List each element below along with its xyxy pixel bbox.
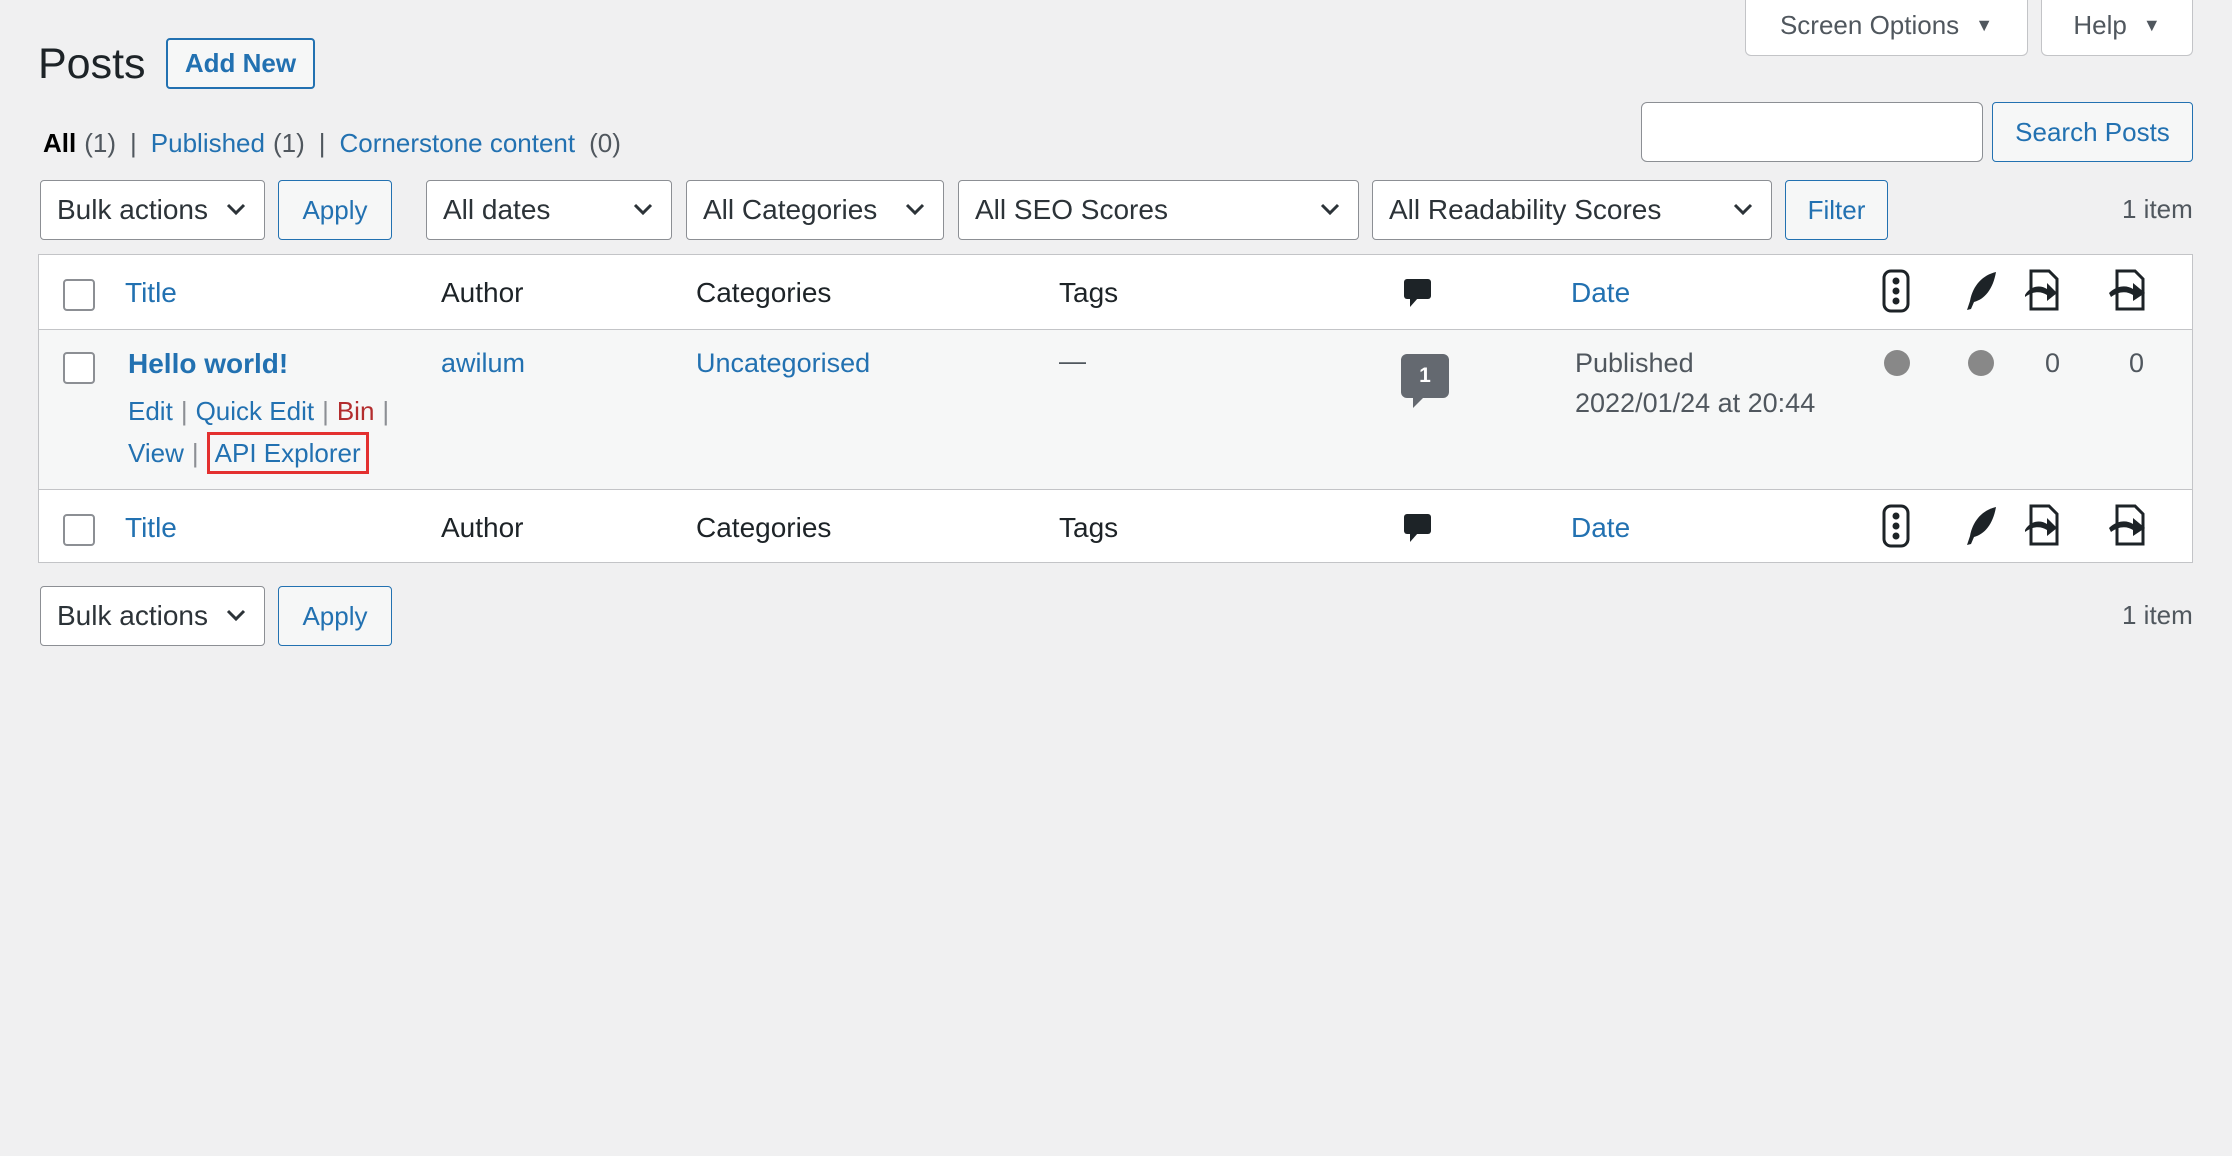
column-date[interactable]: Date xyxy=(1571,277,1630,309)
post-date-status: Published xyxy=(1575,348,1694,378)
readability-scores-select[interactable]: All Readability Scores xyxy=(1372,180,1772,240)
column-date-footer[interactable]: Date xyxy=(1571,512,1630,544)
comment-count-badge[interactable]: 1 xyxy=(1401,354,1449,408)
seo-scores-select[interactable]: All SEO Scores xyxy=(958,180,1359,240)
post-author-link[interactable]: awilum xyxy=(441,348,525,379)
column-title-footer[interactable]: Title xyxy=(125,512,177,544)
row-checkbox[interactable] xyxy=(63,352,95,384)
traffic-light-icon xyxy=(1882,269,1910,313)
select-all-checkbox[interactable] xyxy=(63,279,95,311)
api-explorer-link[interactable]: API Explorer xyxy=(206,432,369,474)
search-posts-button[interactable]: Search Posts xyxy=(1992,102,2193,162)
screen-options-label: Screen Options xyxy=(1779,10,1960,40)
readability-scores-value: All Readability Scores xyxy=(1389,194,1662,225)
add-new-button[interactable]: Add New xyxy=(166,38,315,89)
column-title[interactable]: Title xyxy=(125,277,177,309)
quick-edit-link[interactable]: Quick Edit xyxy=(196,396,315,426)
view-link[interactable]: View xyxy=(128,438,184,468)
search-input[interactable] xyxy=(1641,102,1983,162)
post-category-link[interactable]: Uncategorised xyxy=(696,348,870,379)
footer-divider xyxy=(39,489,2192,490)
help-label: Help xyxy=(2073,10,2127,40)
view-separator: | xyxy=(318,128,326,158)
feather-icon xyxy=(1967,507,1996,545)
action-separator: | xyxy=(382,396,390,426)
bulk-actions-value: Bulk actions xyxy=(57,600,208,631)
comment-icon xyxy=(1404,514,1431,542)
bulk-actions-value: Bulk actions xyxy=(57,194,208,225)
page-title: Posts xyxy=(38,40,146,88)
chevron-down-icon xyxy=(226,203,246,216)
view-published[interactable]: Published xyxy=(151,128,265,159)
row-actions-line-2: View | API Explorer xyxy=(128,432,369,474)
items-count-bottom: 1 item xyxy=(2122,600,2193,630)
chevron-down-icon xyxy=(905,203,925,216)
bin-link[interactable]: Bin xyxy=(337,396,375,426)
dates-select[interactable]: All dates xyxy=(426,180,672,240)
post-tags: — xyxy=(1059,346,1086,376)
outgoing-links-icon xyxy=(2025,504,2059,546)
row-actions-line-1: Edit | Quick Edit | Bin | xyxy=(128,396,397,427)
seo-scores-value: All SEO Scores xyxy=(975,194,1168,225)
action-separator: | xyxy=(191,438,199,468)
select-all-checkbox-footer[interactable] xyxy=(63,514,95,546)
edit-link[interactable]: Edit xyxy=(128,396,173,426)
column-author: Author xyxy=(441,277,524,308)
readability-score-dot xyxy=(1968,350,1994,376)
post-date-value: 2022/01/24 at 20:44 xyxy=(1575,388,1816,418)
chevron-down-icon xyxy=(1320,203,1340,216)
view-cornerstone-count: (0) xyxy=(589,128,621,158)
action-separator: | xyxy=(322,396,329,426)
help-button[interactable]: Help ▼ xyxy=(2041,0,2193,56)
outgoing-links-icon xyxy=(2025,269,2059,311)
view-all[interactable]: All xyxy=(43,128,76,159)
feather-icon xyxy=(1967,272,1996,310)
chevron-down-icon xyxy=(226,609,246,622)
column-categories-footer: Categories xyxy=(696,512,832,543)
apply-button-bottom[interactable]: Apply xyxy=(278,586,392,646)
bulk-actions-select[interactable]: Bulk actions xyxy=(40,180,265,240)
view-all-count: (1) xyxy=(84,128,117,158)
column-author-footer: Author xyxy=(441,512,524,543)
bulk-actions-select-bottom[interactable]: Bulk actions xyxy=(40,586,265,646)
incoming-links-icon xyxy=(2109,504,2145,546)
chevron-down-icon xyxy=(633,203,653,216)
column-tags: Tags xyxy=(1059,277,1119,308)
dates-value: All dates xyxy=(443,194,551,225)
apply-button[interactable]: Apply xyxy=(278,180,392,240)
items-count-top: 1 item xyxy=(2122,194,2193,224)
posts-table: Title Author Categories Tags Date Hello … xyxy=(38,254,2193,563)
incoming-links-count: 0 xyxy=(2129,348,2145,378)
column-categories: Categories xyxy=(696,277,832,308)
caret-down-icon: ▼ xyxy=(1975,15,1994,35)
post-title-link[interactable]: Hello world! xyxy=(128,348,288,380)
view-separator: | xyxy=(130,128,137,158)
column-tags-footer: Tags xyxy=(1059,512,1119,543)
categories-select[interactable]: All Categories xyxy=(686,180,944,240)
view-published-count: (1) xyxy=(272,128,305,158)
view-filters: All (1) | Published (1) | Cornerstone co… xyxy=(43,128,621,159)
categories-value: All Categories xyxy=(703,194,878,225)
filter-button[interactable]: Filter xyxy=(1785,180,1888,240)
comment-icon xyxy=(1404,279,1431,307)
table-row: Hello world! Edit | Quick Edit | Bin | View | A… xyxy=(39,330,2192,490)
screen-options-button[interactable]: Screen Options ▼ xyxy=(1745,0,2028,56)
outgoing-links-count: 0 xyxy=(2045,348,2061,378)
caret-down-icon: ▼ xyxy=(2142,15,2161,35)
seo-score-dot xyxy=(1884,350,1910,376)
traffic-light-icon xyxy=(1882,504,1910,548)
chevron-down-icon xyxy=(1733,203,1753,216)
action-separator: | xyxy=(180,396,188,426)
view-cornerstone[interactable]: Cornerstone content xyxy=(340,128,576,159)
incoming-links-icon xyxy=(2109,269,2145,311)
